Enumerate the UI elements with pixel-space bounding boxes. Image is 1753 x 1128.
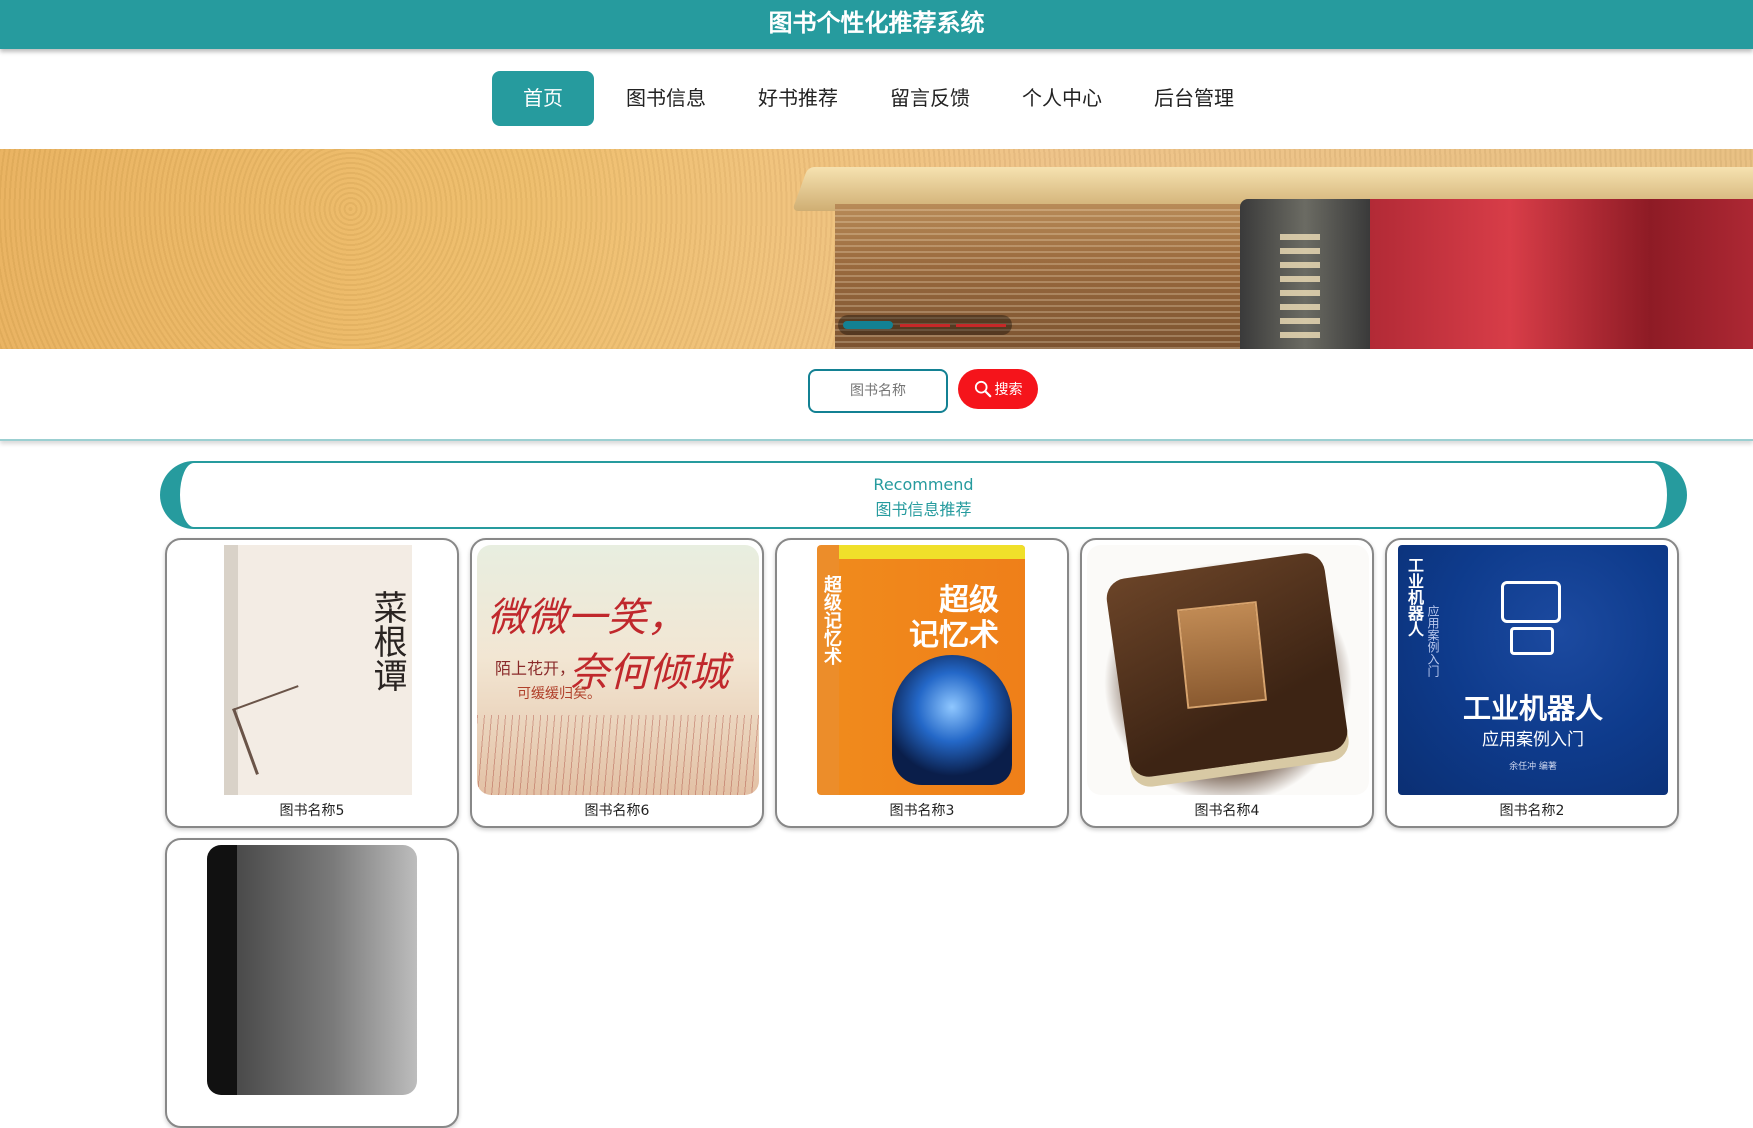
carousel-dot-3[interactable] [956,324,1006,327]
site-title: 图书个性化推荐系统 [768,9,985,37]
nav-item-home[interactable]: 首页 [492,71,594,126]
cover-illustration [892,655,1012,785]
nav-item-recommend[interactable]: 好书推荐 [731,71,865,126]
nav-item-personal-center[interactable]: 个人中心 [995,71,1129,126]
cover-title: 记忆术 [909,618,999,653]
search-input[interactable] [808,369,948,413]
book-cover[interactable]: 菜根谭 [172,545,454,795]
search-button[interactable]: 搜索 [958,369,1038,409]
cover-title: 工业机器人 [1462,692,1603,725]
book-name[interactable]: 图书名称3 [777,800,1067,820]
cover-spine-text: 工业机器人 [1405,557,1424,637]
banner-book-red-spine [1370,199,1753,349]
robot-body-icon [1510,627,1554,655]
book-cover[interactable]: 超级记忆术 超级 记忆术 [817,545,1025,795]
book-card[interactable]: 超级记忆术 超级 记忆术 图书名称3 [775,538,1069,828]
book-cover[interactable]: 工业机器人 应用案例入门 工业机器人 应用案例入门 余任冲 编著 [1398,545,1668,795]
cover-spine-text: 超级记忆术 [821,575,842,665]
cover-text: 陌上花开， [495,659,576,678]
book-card[interactable]: 菜根谭 图书名称5 [165,538,459,828]
book-card[interactable] [165,838,459,1128]
site-header: 图书个性化推荐系统 [0,0,1753,49]
carousel-indicators [838,315,1012,335]
search-bar: 搜索 [0,349,1753,441]
nav-item-admin[interactable]: 后台管理 [1127,71,1261,126]
recommend-title-en: Recommend [873,475,974,494]
recommend-section-header: Recommend 图书信息推荐 [160,461,1687,529]
book-card[interactable]: 微微一笑， 陌上花开， 奈何倾城 可缓缓归矣。 图书名称6 [470,538,764,828]
cover-illustration [232,685,322,775]
carousel-dot-1[interactable] [843,321,893,329]
search-icon [974,380,991,398]
book-card[interactable]: 工业机器人 应用案例入门 工业机器人 应用案例入门 余任冲 编著 图书名称2 [1385,538,1679,828]
carousel-dot-2[interactable] [900,324,950,327]
recommend-title-cn: 图书信息推荐 [875,500,972,519]
cover-author: 余任冲 编著 [1509,762,1557,772]
cover-emblem [1176,601,1268,709]
cover-subtitle: 应用案例入门 [1482,730,1584,750]
cover-text: 可缓缓归矣。 [517,686,601,702]
cover-illustration [477,715,759,795]
book-name[interactable]: 图书名称2 [1387,800,1677,820]
book-cover[interactable] [207,845,417,1095]
nav-item-book-info[interactable]: 图书信息 [599,71,733,126]
nav-item-feedback[interactable]: 留言反馈 [863,71,997,126]
book-card[interactable]: 图书名称4 [1080,538,1374,828]
cover-text: 微微一笑， [487,595,687,641]
cover-title: 菜根谭 [367,590,407,692]
main-nav: 首页 图书信息 好书推荐 留言反馈 个人中心 后台管理 [0,49,1753,149]
cover-spine-subtext: 应用案例入门 [1426,605,1440,677]
book-cover[interactable]: 微微一笑， 陌上花开， 奈何倾城 可缓缓归矣。 [477,545,759,795]
book-name[interactable]: 图书名称6 [472,800,762,820]
search-button-label: 搜索 [994,382,1023,398]
banner-spine-bands [1280,234,1320,344]
book-name[interactable]: 图书名称4 [1082,800,1372,820]
robot-icon [1501,581,1561,623]
book-name[interactable]: 图书名称5 [167,800,457,820]
cover-band [839,545,1025,559]
book-cover[interactable] [1087,545,1369,795]
